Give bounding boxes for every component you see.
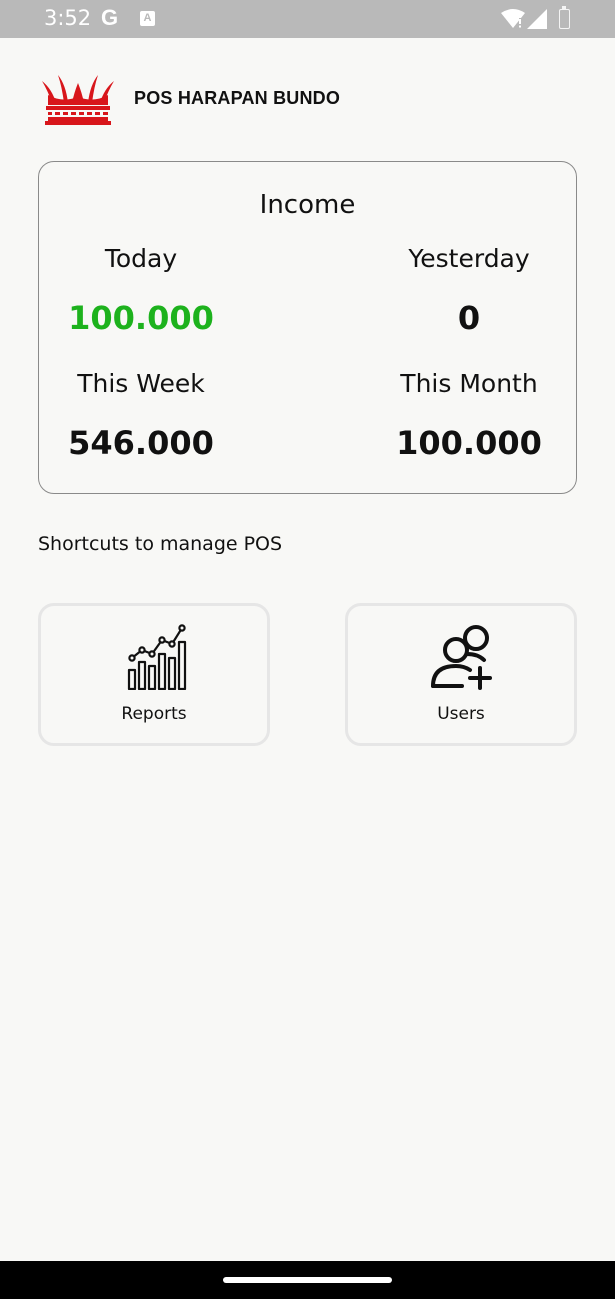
today-value: 100.000 [41, 299, 241, 337]
users-label: Users [348, 704, 574, 724]
a-notification-icon: A [140, 11, 155, 26]
users-shortcut-button[interactable]: Users [345, 603, 577, 746]
bar-chart-icon [123, 624, 189, 690]
wifi-icon [501, 9, 525, 29]
google-icon: G [101, 5, 118, 31]
yesterday-label: Yesterday [369, 244, 569, 273]
battery-icon [559, 9, 570, 29]
yesterday-value: 0 [369, 299, 569, 337]
add-user-icon [430, 624, 496, 690]
this-week-label: This Week [41, 369, 241, 398]
this-month-value: 100.000 [369, 424, 569, 462]
income-title: Income [39, 190, 576, 220]
today-label: Today [41, 244, 241, 273]
system-nav-bar [0, 1261, 615, 1299]
shortcuts-title: Shortcuts to manage POS [38, 533, 282, 555]
this-month-label: This Month [369, 369, 569, 398]
reports-shortcut-button[interactable]: Reports [38, 603, 270, 746]
reports-label: Reports [41, 704, 267, 724]
income-card: Income Today 100.000 Yesterday 0 This We… [38, 161, 577, 494]
home-indicator[interactable] [223, 1277, 392, 1283]
status-bar: 3:52 G A [0, 0, 615, 38]
signal-icon [527, 9, 547, 29]
rumah-gadang-logo [42, 73, 114, 125]
status-time: 3:52 [44, 6, 91, 30]
app-title: POS HARAPAN BUNDO [134, 88, 340, 109]
this-week-value: 546.000 [41, 424, 241, 462]
